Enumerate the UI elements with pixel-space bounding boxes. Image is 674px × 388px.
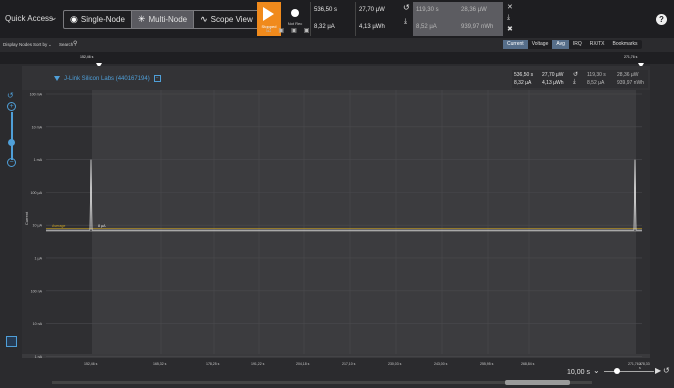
stat-selection-time: 119,30 s (416, 7, 439, 13)
y-tick-label: 1 mA (34, 158, 43, 162)
waveform-icon: ∿ (200, 14, 208, 24)
help-icon[interactable]: ? (656, 14, 667, 25)
stat-energy: 4,13 µWh (359, 24, 385, 30)
reset-zoom-icon[interactable]: ↺ (7, 91, 14, 100)
record-label: Not Rec (287, 21, 303, 26)
x-tick-label: 268,84 s (521, 362, 535, 366)
export-icon[interactable]: ▣ (278, 27, 284, 34)
tab-current[interactable]: Current (503, 40, 528, 49)
x-tick-label: 217,10 s (342, 362, 356, 366)
y-tick-label: 100 µA (31, 191, 43, 195)
x-tick-label: 178,25 s (206, 362, 220, 366)
zoom-out-icon[interactable]: − (7, 158, 16, 167)
average-label: Average (52, 224, 65, 228)
close-icon[interactable]: ✕ (507, 3, 513, 11)
screenshot-icon[interactable]: ▣ (304, 27, 310, 34)
time-zoom-slider[interactable] (604, 371, 654, 372)
current-trace-chart[interactable]: 100 mA 10 mA 1 mA 100 µA 10 µA 1 µA 100 nA 10 n… (22, 66, 650, 358)
timeline-scroll-thumb[interactable] (505, 380, 570, 385)
display-nodes-label[interactable]: Display Nodes (3, 42, 32, 47)
reset-icon[interactable]: ↺ (403, 3, 410, 12)
y-axis-title: Current (24, 211, 30, 226)
time-range-bar[interactable]: 152,46 s 271,76 s (0, 52, 674, 68)
zoom-slider-knob[interactable] (8, 139, 15, 146)
search-label[interactable]: Search (59, 42, 73, 47)
stat-time: 536,50 s (314, 7, 338, 13)
y-tick-label: 1 µA (35, 256, 43, 260)
zoom-in-icon[interactable]: + (7, 102, 16, 111)
zoom-panel: ↺ + − (2, 66, 22, 358)
time-zoom-knob[interactable] (614, 368, 620, 374)
x-tick-label: 230,03 s (388, 362, 402, 366)
y-tick-label: 100 mA (30, 93, 43, 97)
x-tick-label: 191,22 s (251, 362, 265, 366)
download-icon[interactable]: ⤓ (507, 14, 510, 22)
x-tick-label: 152,46 s (84, 362, 98, 366)
selection-area (92, 90, 636, 354)
x-tick-label: 165,32 s (153, 362, 167, 366)
selection-stats-panel: 119,30 s 8,52 µA 28,36 µW 939,97 nWh (413, 2, 503, 36)
mode-label: Scope View (210, 15, 253, 24)
mode-scope-view[interactable]: ∿ Scope View (194, 11, 259, 28)
circle-dot-icon: ◉ (70, 14, 78, 24)
chevron-down-icon[interactable]: ⌄ (48, 42, 52, 48)
top-toolbar: Quick Access ⌄ ◉ Single-Node ✳ Multi-Nod… (0, 0, 674, 38)
view-tabs: Current Voltage Avg IRQ RX/TX Bookmarks (503, 40, 642, 49)
check-box-icon[interactable]: ☑ (266, 27, 271, 34)
network-icon: ✳ (137, 14, 146, 24)
mode-selector: ◉ Single-Node ✳ Multi-Node ∿ Scope View (63, 10, 260, 29)
sort-by-dropdown[interactable]: Sort by (33, 42, 47, 47)
chevron-down-icon[interactable]: ⌄ (593, 366, 600, 375)
download-icon[interactable]: ⤓ (404, 18, 407, 26)
x-tick-label: 243,00 s (434, 362, 448, 366)
stat-power: 27,70 µW (359, 7, 385, 13)
zoom-slider-track[interactable] (11, 112, 13, 160)
tab-voltage[interactable]: Voltage (528, 40, 553, 49)
x-tick-label: 255,95 s (480, 362, 494, 366)
mode-label: Multi-Node (148, 15, 188, 24)
stat-selection-energy: 939,97 nWh (461, 24, 494, 30)
search-icon[interactable]: ⚲ (73, 40, 77, 47)
tab-avg[interactable]: Avg (552, 40, 569, 49)
collapse-icon[interactable]: ✖ (507, 25, 513, 33)
current-chart[interactable]: J-Link Silicon Labs (440167194) − 536,50… (22, 66, 650, 358)
y-tick-label: 10 mA (32, 125, 43, 129)
mode-single-node[interactable]: ◉ Single-Node (64, 11, 132, 28)
time-window-value[interactable]: 10,00 s (567, 369, 590, 376)
y-tick-label: 10 nA (33, 322, 43, 326)
outside-selection-left (22, 90, 92, 354)
save-icon[interactable]: ▣ (291, 27, 297, 34)
right-time-marker: 271,76 s (624, 55, 638, 59)
tab-irq[interactable]: IRQ (569, 40, 586, 49)
record-icon (291, 9, 299, 17)
x-tick-label: 204,18 s (296, 362, 310, 366)
time-axis: 152,46 s 165,32 s 178,25 s 191,22 s 204,18 s… (22, 358, 650, 372)
x-tick-label: 278,33 s (639, 362, 650, 370)
stat-selection-current: 8,52 µA (416, 24, 437, 30)
divider (310, 2, 311, 36)
tab-bookmarks[interactable]: Bookmarks (609, 40, 642, 49)
mode-label: Single-Node (80, 15, 125, 24)
play-icon (263, 7, 274, 21)
outside-selection-right (636, 90, 650, 354)
y-tick-label: 100 nA (31, 289, 43, 293)
chevron-down-icon[interactable]: ⌄ (50, 12, 58, 23)
play-live-icon[interactable]: ▶ (655, 366, 661, 375)
capture-tool-icons: ☑ ▣ ▣ ▣ (266, 27, 309, 34)
divider (355, 2, 356, 36)
left-time-marker: 152,46 s (80, 55, 94, 59)
mode-multi-node[interactable]: ✳ Multi-Node (131, 11, 195, 28)
y-tick-label: 10 µA (33, 224, 43, 228)
quick-access-label[interactable]: Quick Access (5, 14, 53, 23)
stat-current: 8,32 µA (314, 24, 335, 30)
tab-rx-tx[interactable]: RX/TX (586, 40, 609, 49)
expand-panel-icon[interactable] (6, 336, 17, 347)
stat-selection-power: 28,36 µW (461, 7, 487, 13)
average-value: 8 µA (98, 224, 106, 228)
reset-view-icon[interactable]: ↺ (663, 366, 670, 375)
